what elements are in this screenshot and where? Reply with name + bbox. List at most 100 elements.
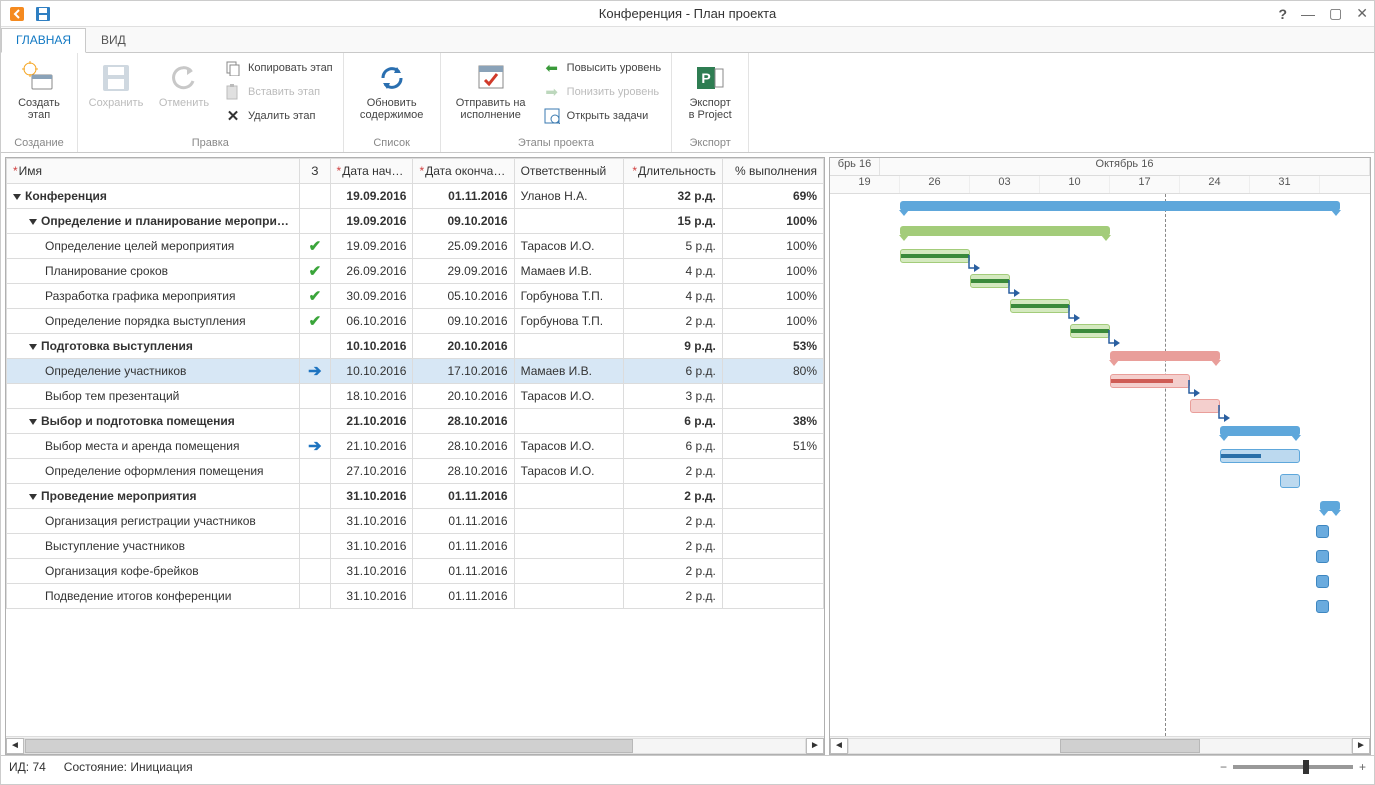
milestone[interactable] <box>1316 575 1329 588</box>
export-label: Экспорт в Project <box>689 97 732 121</box>
qat-app-icon[interactable] <box>7 4 27 24</box>
zoom-slider[interactable] <box>1233 765 1353 769</box>
create-stage-button[interactable]: Создать этап <box>7 57 71 125</box>
gantt-row <box>830 369 1370 394</box>
table-row[interactable]: Конференция19.09.201601.11.2016Уланов Н.… <box>7 184 824 209</box>
send-icon <box>474 61 508 95</box>
task-bar[interactable] <box>1070 324 1110 338</box>
summary-bar[interactable] <box>1320 501 1340 511</box>
table-row[interactable]: Определение порядка выступления✔06.10.20… <box>7 309 824 334</box>
col-dur[interactable]: Длительность <box>623 159 722 184</box>
scroll-left-button[interactable]: ◄ <box>6 738 24 754</box>
zoom-in-button[interactable]: + <box>1359 760 1366 774</box>
col-status[interactable]: З <box>300 159 330 184</box>
gantt-scroll-right[interactable]: ► <box>1352 738 1370 754</box>
save-button[interactable]: Сохранить <box>84 57 148 113</box>
task-grid-panel: Имя З Дата начала Дата окончания Ответст… <box>5 157 825 755</box>
gantt-row <box>830 594 1370 619</box>
zoom-out-button[interactable]: − <box>1220 760 1227 774</box>
table-row[interactable]: Разработка графика мероприятия✔30.09.201… <box>7 284 824 309</box>
gantt-row <box>830 544 1370 569</box>
refresh-icon <box>375 61 409 95</box>
tab-view[interactable]: ВИД <box>86 28 141 53</box>
table-row[interactable]: Выбор и подготовка помещения21.10.201628… <box>7 409 824 434</box>
group-caption-stages: Этапы проекта <box>447 135 666 152</box>
refresh-button[interactable]: Обновить содержимое <box>350 57 434 125</box>
milestone[interactable] <box>1316 550 1329 563</box>
task-bar[interactable] <box>1280 474 1300 488</box>
ribbon: Создать этап Создание Сохранить Отменить… <box>1 53 1374 153</box>
task-bar[interactable] <box>1110 374 1190 388</box>
status-state-label: Состояние: <box>64 760 127 774</box>
table-row[interactable]: Выбор тем презентаций18.10.201620.10.201… <box>7 384 824 409</box>
summary-bar[interactable] <box>1110 351 1220 361</box>
open-tasks-button[interactable]: Открыть задачи <box>539 105 666 127</box>
table-row[interactable]: Организация регистрации участников31.10.… <box>7 509 824 534</box>
gantt-scrollbar[interactable]: ◄ ► <box>830 736 1370 754</box>
gantt-body[interactable] <box>830 194 1370 736</box>
refresh-label: Обновить содержимое <box>360 97 423 121</box>
export-project-button[interactable]: P Экспорт в Project <box>678 57 742 125</box>
close-button[interactable]: ✕ <box>1356 5 1368 22</box>
table-row[interactable]: Организация кофе-брейков31.10.201601.11.… <box>7 559 824 584</box>
delete-stage-button[interactable]: ✕Удалить этап <box>220 105 337 127</box>
table-row[interactable]: Определение целей мероприятия✔19.09.2016… <box>7 234 824 259</box>
table-row[interactable]: Определение участников➔10.10.201617.10.2… <box>7 359 824 384</box>
zoom-control[interactable]: − + <box>1220 760 1366 774</box>
status-id-value: 74 <box>32 760 45 774</box>
paste-icon <box>224 83 242 101</box>
col-resp[interactable]: Ответственный <box>514 159 623 184</box>
status-bar: ИД: 74 Состояние: Инициация − + <box>1 755 1374 777</box>
ribbon-group-export: P Экспорт в Project Экспорт <box>672 53 749 152</box>
qat-save-icon[interactable] <box>33 4 53 24</box>
table-row[interactable]: Подведение итогов конференции31.10.20160… <box>7 584 824 609</box>
send-execute-button[interactable]: Отправить на исполнение <box>447 57 535 125</box>
status-id-label: ИД: <box>9 760 29 774</box>
grid-scrollbar[interactable]: ◄ ► <box>6 736 824 754</box>
task-bar[interactable] <box>1190 399 1220 413</box>
gantt-row <box>830 244 1370 269</box>
table-row[interactable]: Определение оформления помещения27.10.20… <box>7 459 824 484</box>
task-bar[interactable] <box>970 274 1010 288</box>
task-bar[interactable] <box>1010 299 1070 313</box>
help-button[interactable]: ? <box>1278 6 1287 22</box>
group-caption-export: Экспорт <box>678 135 742 152</box>
table-row[interactable]: Проведение мероприятия31.10.201601.11.20… <box>7 484 824 509</box>
group-caption-list: Список <box>350 135 434 152</box>
level-up-button[interactable]: ⬅Повысить уровень <box>539 57 666 79</box>
ribbon-group-edit: Сохранить Отменить Копировать этап Встав… <box>78 53 344 152</box>
col-end[interactable]: Дата окончания <box>413 159 514 184</box>
table-row[interactable]: Выступление участников31.10.201601.11.20… <box>7 534 824 559</box>
paste-stage-button[interactable]: Вставить этап <box>220 81 337 103</box>
gantt-panel: брь 16 Октябрь 16 19260310172431 ◄ ► <box>829 157 1371 755</box>
gantt-scroll-left[interactable]: ◄ <box>830 738 848 754</box>
level-down-button[interactable]: ➡Понизить уровень <box>539 81 666 103</box>
task-grid[interactable]: Имя З Дата начала Дата окончания Ответст… <box>6 158 824 609</box>
summary-bar[interactable] <box>900 201 1340 211</box>
copy-stage-button[interactable]: Копировать этап <box>220 57 337 79</box>
task-bar[interactable] <box>1220 449 1300 463</box>
col-start[interactable]: Дата начала <box>330 159 413 184</box>
ribbon-group-create: Создать этап Создание <box>1 53 78 152</box>
table-row[interactable]: Подготовка выступления10.10.201620.10.20… <box>7 334 824 359</box>
milestone[interactable] <box>1316 525 1329 538</box>
summary-bar[interactable] <box>1220 426 1300 436</box>
copy-label: Копировать этап <box>248 62 333 74</box>
timeline-header: брь 16 Октябрь 16 19260310172431 <box>830 158 1370 194</box>
summary-bar[interactable] <box>900 226 1110 236</box>
minimize-button[interactable]: — <box>1301 6 1315 22</box>
col-pct[interactable]: % выполнения <box>722 159 823 184</box>
table-row[interactable]: Определение и планирование мероприятия19… <box>7 209 824 234</box>
status-state-value: Инициация <box>130 760 192 774</box>
ribbon-tabs: ГЛАВНАЯ ВИД <box>1 27 1374 53</box>
table-row[interactable]: Планирование сроков✔26.09.201629.09.2016… <box>7 259 824 284</box>
tab-main[interactable]: ГЛАВНАЯ <box>1 28 86 53</box>
undo-button[interactable]: Отменить <box>152 57 216 113</box>
col-name[interactable]: Имя <box>7 159 300 184</box>
scroll-right-button[interactable]: ► <box>806 738 824 754</box>
maximize-button[interactable]: ▢ <box>1329 5 1342 22</box>
milestone[interactable] <box>1316 600 1329 613</box>
table-row[interactable]: Выбор места и аренда помещения➔21.10.201… <box>7 434 824 459</box>
task-bar[interactable] <box>900 249 970 263</box>
paste-label: Вставить этап <box>248 86 320 98</box>
